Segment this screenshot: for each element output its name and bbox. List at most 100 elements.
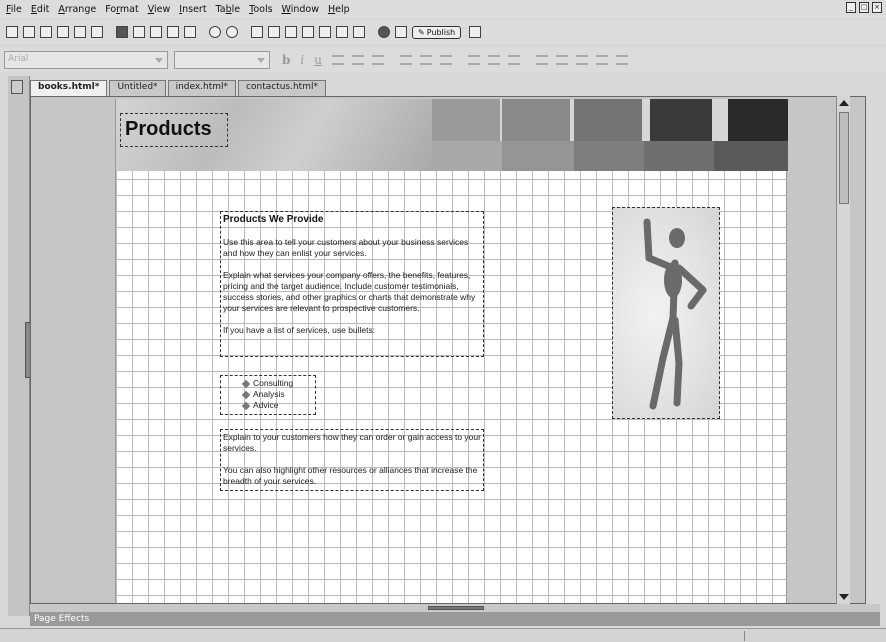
outdent-icon[interactable]: [595, 55, 608, 65]
bold-button[interactable]: b: [282, 53, 290, 67]
status-divider: [744, 631, 745, 641]
menu-view[interactable]: View: [148, 4, 171, 15]
insert-layout-icon[interactable]: [319, 26, 331, 38]
editor-canvas: Products Products We Provide Use this ar…: [30, 96, 866, 604]
color-swatch: [574, 141, 644, 171]
scroll-down-icon[interactable]: [839, 594, 849, 600]
open-icon[interactable]: [40, 26, 52, 38]
window-controls: _ □ ×: [846, 2, 882, 13]
strikethrough-icon[interactable]: [487, 55, 500, 65]
font-select-value: Arial: [8, 54, 29, 64]
insert-image-icon[interactable]: [268, 26, 280, 38]
page-effects-panel-header[interactable]: Page Effects: [30, 612, 880, 626]
undo-icon[interactable]: [209, 26, 221, 38]
align-center-icon[interactable]: [419, 55, 432, 65]
list-item: Advice: [243, 400, 315, 411]
paragraph: Explain what services your company offer…: [223, 270, 476, 313]
insert-grid-icon[interactable]: [336, 26, 348, 38]
cut-icon[interactable]: [116, 26, 128, 38]
color-swatch: [502, 141, 574, 171]
home-icon[interactable]: [469, 26, 482, 38]
menu-table[interactable]: Table: [216, 4, 241, 15]
publish-icon: ✎: [418, 27, 425, 37]
underline-button[interactable]: u: [314, 53, 322, 67]
clipboard-icon[interactable]: [167, 26, 179, 38]
new-document-icon[interactable]: [6, 26, 18, 38]
definition-list-icon[interactable]: [575, 55, 588, 65]
menu-window[interactable]: Window: [282, 4, 319, 15]
tab-untitled[interactable]: Untitled*: [109, 80, 166, 96]
color-swatch: [714, 141, 788, 171]
insert-media-icon[interactable]: [353, 26, 365, 38]
superscript-icon[interactable]: [467, 55, 480, 65]
new-page-icon[interactable]: [23, 26, 35, 38]
insert-table-icon[interactable]: [285, 26, 297, 38]
list-item: Analysis: [243, 389, 315, 400]
color-swatch: [644, 141, 714, 171]
services-list: Consulting Analysis Advice: [221, 376, 315, 411]
color-swatch: [728, 99, 788, 141]
indent-icon[interactable]: [615, 55, 628, 65]
page-title[interactable]: Products: [120, 113, 228, 147]
chevron-down-icon: [257, 58, 265, 63]
clear-format-icon[interactable]: [371, 55, 384, 65]
site-view-icon[interactable]: [395, 26, 407, 38]
paragraph: Use this area to tell your customers abo…: [223, 237, 469, 258]
color-swatch: [432, 141, 502, 171]
print-icon[interactable]: [91, 26, 103, 38]
close-icon[interactable]: ×: [872, 2, 882, 13]
align-right-icon[interactable]: [439, 55, 452, 65]
menu-edit[interactable]: Edit: [31, 4, 49, 15]
menu-tools[interactable]: Tools: [249, 4, 272, 15]
panel-splitter[interactable]: [30, 604, 880, 612]
text-color-icon[interactable]: [331, 55, 344, 65]
tab-books[interactable]: books.html*: [30, 80, 108, 96]
save-icon[interactable]: [57, 26, 69, 38]
bullet-list-icon[interactable]: [535, 55, 548, 65]
restore-icon[interactable]: □: [859, 2, 869, 13]
vertical-scrollbar[interactable]: [836, 96, 850, 604]
status-bar: [0, 628, 886, 642]
tab-index[interactable]: index.html*: [167, 80, 237, 96]
splitter-grip-handle[interactable]: [428, 606, 484, 610]
copy-icon[interactable]: [133, 26, 145, 38]
font-size-select[interactable]: [174, 51, 270, 69]
menu-help[interactable]: Help: [328, 4, 350, 15]
minimize-icon[interactable]: _: [846, 2, 856, 13]
menu-format[interactable]: Format: [105, 4, 139, 15]
section-heading: Products We Provide: [223, 214, 324, 225]
mannequin-image[interactable]: [612, 207, 720, 419]
redo-icon[interactable]: [226, 26, 238, 38]
numbered-list-icon[interactable]: [555, 55, 568, 65]
scroll-up-icon[interactable]: [839, 100, 849, 106]
align-left-icon[interactable]: [399, 55, 412, 65]
menu-file[interactable]: File: [6, 4, 22, 15]
delete-icon[interactable]: [184, 26, 196, 38]
menu-arrange[interactable]: Arrange: [58, 4, 96, 15]
ruler-toggle-icon[interactable]: [11, 80, 23, 94]
services-list-box[interactable]: Consulting Analysis Advice: [220, 375, 316, 415]
save-all-icon[interactable]: [74, 26, 86, 38]
color-swatch: [650, 99, 712, 141]
italic-button[interactable]: i: [300, 53, 304, 67]
subscript-icon[interactable]: [507, 55, 520, 65]
paste-icon[interactable]: [150, 26, 162, 38]
page-header-banner[interactable]: Products: [116, 99, 788, 171]
publish-button[interactable]: ✎ Publish: [412, 25, 462, 39]
font-select[interactable]: Arial: [4, 51, 168, 69]
browser-preview-icon[interactable]: [378, 26, 390, 38]
highlight-icon[interactable]: [351, 55, 364, 65]
menu-insert[interactable]: Insert: [179, 4, 206, 15]
main-toolbar: ✎ Publish: [0, 20, 886, 44]
tab-contactus[interactable]: contactus.html*: [238, 80, 326, 96]
page-layout-grid[interactable]: Products Products We Provide Use this ar…: [115, 99, 788, 603]
content-text-box[interactable]: Products We Provide Use this area to tel…: [220, 211, 484, 357]
panel-title: Page Effects: [34, 614, 90, 624]
scrollbar-thumb[interactable]: [839, 112, 849, 204]
access-text-box[interactable]: Explain to your customers how they can o…: [220, 429, 484, 491]
color-swatch: [432, 99, 500, 141]
insert-form-icon[interactable]: [302, 26, 314, 38]
insert-text-icon[interactable]: [251, 26, 263, 38]
mannequin-figure-graphic: [643, 218, 707, 410]
color-swatch: [502, 99, 570, 141]
